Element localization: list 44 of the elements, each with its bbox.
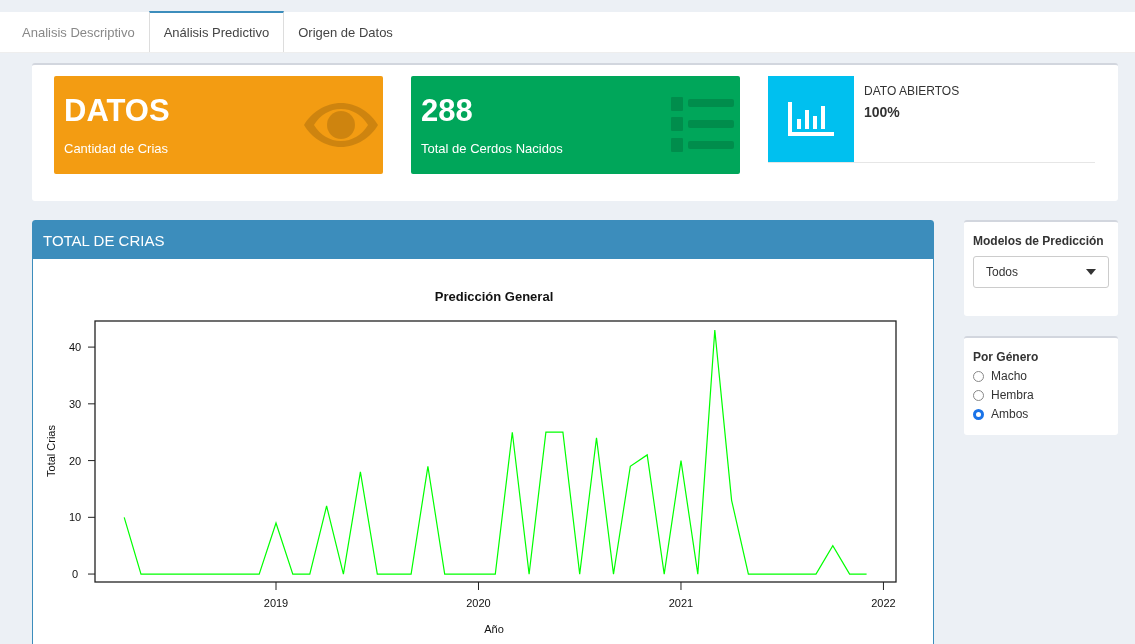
info-value: 100%: [864, 104, 901, 120]
panel-title: TOTAL DE CRIAS: [43, 231, 165, 249]
info-caption: DATO ABIERTOS: [864, 84, 960, 98]
bar-chart-icon: [788, 102, 834, 136]
card-title: Por Género: [973, 350, 1040, 364]
y-tick-label: 30: [68, 397, 82, 410]
y-tick: 20: [68, 454, 96, 467]
y-tick: 0: [71, 568, 96, 581]
x-tick-label: 2020: [466, 597, 491, 609]
caret-icon: [1086, 269, 1096, 275]
y-tick: 40: [68, 341, 96, 354]
y-axis-label: Total Crias: [45, 425, 57, 477]
card-title: Modelos de Predicción: [973, 234, 1105, 248]
y-tick-label: 40: [68, 341, 82, 354]
info-caption: Total de Cerdos Nacidos: [421, 140, 563, 156]
radio-option[interactable]: Ambos: [973, 407, 1109, 421]
x-tick: 2019: [263, 581, 289, 609]
y-tick-label: 20: [68, 454, 82, 467]
y-tick: 10: [68, 511, 96, 524]
x-tick-label: 2022: [871, 597, 896, 609]
radio-button[interactable]: [973, 408, 984, 420]
info-value: DATOS: [64, 94, 170, 129]
y-tick: 30: [68, 397, 96, 410]
chart-title: Predicción General: [434, 289, 554, 304]
eye-icon: [303, 101, 379, 149]
radio-option[interactable]: Macho: [973, 369, 1109, 383]
x-axis-label: Año: [484, 623, 504, 635]
info-value: 288: [421, 94, 474, 129]
tab[interactable]: Origen de Datos: [284, 12, 407, 52]
y-tick-label: 10: [68, 511, 82, 524]
numbered-list-icon: [668, 95, 736, 155]
x-tick: 2021: [668, 581, 694, 609]
info-caption: Cantidad de Crias: [64, 140, 170, 156]
x-tick: 2020: [466, 581, 491, 609]
radio-button[interactable]: [973, 389, 984, 401]
x-tick-label: 2021: [668, 597, 694, 609]
tab[interactable]: Analisis Descriptivo: [8, 12, 149, 52]
radio-option[interactable]: Hembra: [973, 388, 1109, 402]
model-dropdown[interactable]: Todos: [973, 256, 1109, 288]
radio-button[interactable]: [973, 370, 984, 382]
y-tick-label: 0: [71, 568, 79, 581]
x-tick-label: 2019: [263, 597, 289, 609]
x-tick: 2022: [871, 581, 896, 609]
tab[interactable]: Análisis Predictivo: [148, 11, 285, 52]
